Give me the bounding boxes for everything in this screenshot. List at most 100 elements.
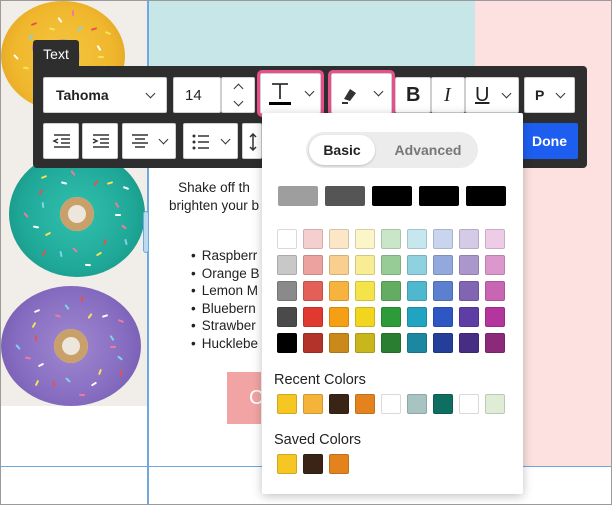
saved-color-swatch[interactable]: [303, 454, 323, 474]
resize-handle[interactable]: [143, 211, 149, 253]
underline-label: U: [475, 84, 490, 106]
gray-swatch[interactable]: [466, 186, 506, 206]
sprinkle: [41, 174, 48, 179]
list-select[interactable]: [183, 123, 238, 159]
font-family-select[interactable]: Tahoma: [43, 77, 167, 113]
color-swatch[interactable]: [459, 229, 479, 249]
color-swatch[interactable]: [485, 229, 505, 249]
chevron-down-icon: [555, 88, 566, 99]
color-swatch[interactable]: [407, 333, 427, 353]
color-swatch[interactable]: [277, 307, 297, 327]
recent-color-swatch[interactable]: [355, 394, 375, 414]
sprinkle: [114, 201, 120, 209]
sprinkle: [93, 179, 99, 186]
gray-swatch[interactable]: [325, 186, 365, 206]
align-select[interactable]: [122, 123, 176, 159]
sprinkle: [57, 16, 63, 23]
color-swatch[interactable]: [485, 281, 505, 301]
paragraph-style-select[interactable]: P: [524, 77, 575, 113]
line-height-button[interactable]: [242, 123, 262, 159]
recent-color-swatch[interactable]: [433, 394, 453, 414]
color-swatch[interactable]: [355, 333, 375, 353]
active-highlight: [328, 70, 395, 117]
indent-icon: [92, 134, 109, 148]
color-swatch[interactable]: [277, 229, 297, 249]
gray-swatch[interactable]: [372, 186, 412, 206]
color-swatch[interactable]: [329, 281, 349, 301]
color-swatch[interactable]: [459, 281, 479, 301]
color-swatch[interactable]: [303, 281, 323, 301]
color-swatch[interactable]: [433, 229, 453, 249]
font-size-input[interactable]: 14: [173, 77, 221, 113]
recent-color-swatch[interactable]: [277, 394, 297, 414]
recent-color-swatch[interactable]: [329, 394, 349, 414]
color-swatch[interactable]: [407, 229, 427, 249]
sprinkle: [70, 169, 77, 176]
recent-color-swatch[interactable]: [459, 394, 479, 414]
done-button[interactable]: Done: [521, 123, 578, 159]
recent-color-swatch[interactable]: [407, 394, 427, 414]
saved-color-swatch[interactable]: [277, 454, 297, 474]
color-swatch[interactable]: [485, 333, 505, 353]
sprinkle: [64, 303, 70, 310]
color-swatch[interactable]: [355, 255, 375, 275]
gray-swatch[interactable]: [419, 186, 459, 206]
color-swatch[interactable]: [485, 255, 505, 275]
recent-color-swatch[interactable]: [485, 394, 505, 414]
color-swatch[interactable]: [303, 229, 323, 249]
chevron-down-icon[interactable]: [233, 96, 244, 107]
color-swatch[interactable]: [329, 307, 349, 327]
font-size-stepper[interactable]: [221, 77, 255, 113]
color-swatch[interactable]: [433, 255, 453, 275]
recent-color-swatch[interactable]: [381, 394, 401, 414]
color-swatch[interactable]: [381, 255, 401, 275]
chevron-up-icon[interactable]: [233, 83, 244, 94]
color-swatch[interactable]: [407, 255, 427, 275]
color-swatch[interactable]: [485, 307, 505, 327]
color-swatch[interactable]: [329, 333, 349, 353]
color-swatch[interactable]: [277, 255, 297, 275]
outdent-button[interactable]: [43, 123, 79, 159]
saved-color-swatch[interactable]: [329, 454, 349, 474]
color-swatch[interactable]: [329, 255, 349, 275]
sprinkle: [38, 188, 44, 195]
color-swatch[interactable]: [277, 281, 297, 301]
color-swatch[interactable]: [459, 255, 479, 275]
color-swatch[interactable]: [355, 281, 375, 301]
sprinkle: [119, 369, 123, 377]
color-swatch[interactable]: [355, 229, 375, 249]
tab-advanced[interactable]: Advanced: [383, 135, 473, 165]
color-swatch[interactable]: [277, 333, 297, 353]
fruit-list[interactable]: Raspberr Orange B Lemon M Bluebern Straw…: [191, 247, 261, 352]
color-swatch[interactable]: [407, 281, 427, 301]
recent-color-swatch[interactable]: [303, 394, 323, 414]
color-swatch[interactable]: [459, 307, 479, 327]
cta-button[interactable]: C: [227, 372, 261, 424]
email-body-text[interactable]: Shake off th brighten your b: [164, 179, 264, 215]
color-swatch[interactable]: [433, 307, 453, 327]
color-swatch[interactable]: [329, 229, 349, 249]
align-center-icon: [132, 134, 148, 148]
color-swatch[interactable]: [381, 281, 401, 301]
color-swatch[interactable]: [303, 307, 323, 327]
sprinkle: [84, 263, 91, 267]
sprinkle: [15, 344, 21, 350]
color-swatch[interactable]: [381, 229, 401, 249]
color-swatch[interactable]: [381, 333, 401, 353]
color-swatch[interactable]: [433, 333, 453, 353]
color-swatch[interactable]: [459, 333, 479, 353]
color-swatch[interactable]: [407, 307, 427, 327]
color-swatch[interactable]: [381, 307, 401, 327]
indent-button[interactable]: [82, 123, 118, 159]
tab-basic[interactable]: Basic: [309, 135, 375, 165]
color-swatch[interactable]: [303, 333, 323, 353]
bold-button[interactable]: B: [395, 77, 431, 113]
italic-button[interactable]: I: [431, 77, 465, 113]
color-swatch[interactable]: [355, 307, 375, 327]
color-swatch[interactable]: [303, 255, 323, 275]
sprinkle: [123, 239, 128, 246]
color-swatch[interactable]: [433, 281, 453, 301]
underline-button[interactable]: U: [465, 77, 519, 113]
gray-swatch[interactable]: [278, 186, 318, 206]
sprinkle: [104, 31, 111, 36]
